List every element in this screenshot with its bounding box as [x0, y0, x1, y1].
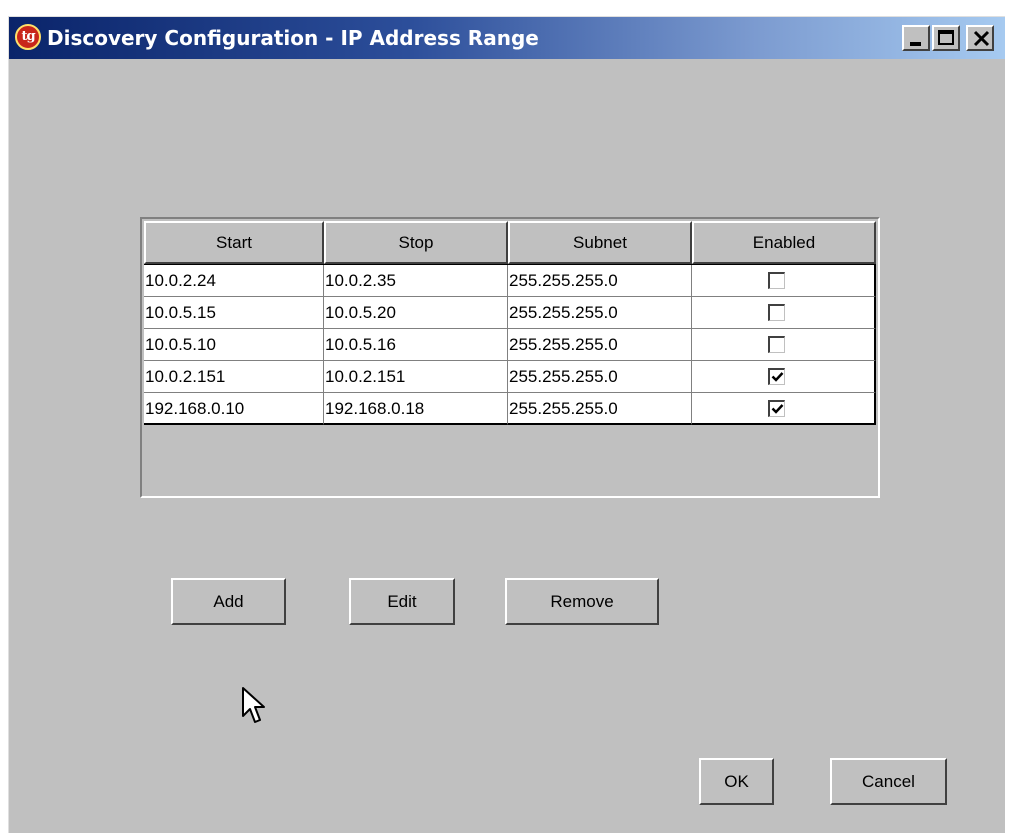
- start-cell: 192.168.0.10: [144, 393, 324, 425]
- stop-cell: 192.168.0.18: [324, 393, 508, 425]
- stop-cell: 10.0.5.20: [324, 297, 508, 329]
- ok-button[interactable]: OK: [699, 758, 774, 805]
- app-logo-icon[interactable]: tg: [15, 24, 41, 50]
- enabled-cell: [692, 361, 876, 393]
- column-header-stop[interactable]: Stop: [324, 221, 508, 264]
- minimize-button[interactable]: [902, 25, 930, 51]
- enabled-checkbox[interactable]: [768, 368, 785, 385]
- enabled-checkbox[interactable]: [768, 272, 785, 289]
- start-cell: 10.0.2.151: [144, 361, 324, 393]
- remove-button[interactable]: Remove: [505, 578, 659, 625]
- stop-cell: 10.0.2.151: [324, 361, 508, 393]
- subnet-cell: 255.255.255.0: [508, 329, 692, 361]
- table-row[interactable]: 10.0.2.24 10.0.2.35 255.255.255.0: [144, 265, 876, 297]
- enabled-checkbox[interactable]: [768, 304, 785, 321]
- stop-cell: 10.0.5.16: [324, 329, 508, 361]
- start-cell: 10.0.5.10: [144, 329, 324, 361]
- maximize-button[interactable]: [932, 25, 960, 51]
- close-icon: [973, 30, 990, 47]
- add-button[interactable]: Add: [171, 578, 286, 625]
- enabled-cell: [692, 265, 876, 297]
- title-bar[interactable]: tg Discovery Configuration - IP Address …: [9, 17, 1005, 59]
- start-cell: 10.0.5.15: [144, 297, 324, 329]
- enabled-cell: [692, 393, 876, 425]
- start-cell: 10.0.2.24: [144, 265, 324, 297]
- column-header-enabled[interactable]: Enabled: [692, 221, 876, 264]
- enabled-cell: [692, 297, 876, 329]
- dialog-window: tg Discovery Configuration - IP Address …: [8, 16, 1005, 833]
- cancel-button[interactable]: Cancel: [830, 758, 947, 805]
- stop-cell: 10.0.2.35: [324, 265, 508, 297]
- subnet-cell: 255.255.255.0: [508, 361, 692, 393]
- table-row[interactable]: 10.0.5.10 10.0.5.16 255.255.255.0: [144, 329, 876, 361]
- enabled-checkbox[interactable]: [768, 336, 785, 353]
- window-title: Discovery Configuration - IP Address Ran…: [47, 26, 539, 50]
- edit-button[interactable]: Edit: [349, 578, 455, 625]
- close-button[interactable]: [966, 25, 994, 51]
- table-header: Start Stop Subnet Enabled: [144, 221, 876, 264]
- table-row[interactable]: 10.0.2.151 10.0.2.151 255.255.255.0: [144, 361, 876, 393]
- table-row[interactable]: 10.0.5.15 10.0.5.20 255.255.255.0: [144, 297, 876, 329]
- enabled-checkbox[interactable]: [768, 400, 785, 417]
- table-row[interactable]: 192.168.0.10 192.168.0.18 255.255.255.0: [144, 393, 876, 425]
- table-body: 10.0.2.24 10.0.2.35 255.255.255.0 10.0.5.15…: [144, 264, 876, 425]
- checkmark-icon: [771, 372, 784, 382]
- subnet-cell: 255.255.255.0: [508, 393, 692, 425]
- column-header-subnet[interactable]: Subnet: [508, 221, 692, 264]
- mouse-pointer-icon: [242, 687, 265, 723]
- checkmark-icon: [771, 404, 784, 414]
- subnet-cell: 255.255.255.0: [508, 297, 692, 329]
- column-header-start[interactable]: Start: [144, 221, 324, 264]
- enabled-cell: [692, 329, 876, 361]
- ip-range-table[interactable]: Start Stop Subnet Enabled 10.0.2.24 10.0.…: [140, 217, 880, 498]
- subnet-cell: 255.255.255.0: [508, 265, 692, 297]
